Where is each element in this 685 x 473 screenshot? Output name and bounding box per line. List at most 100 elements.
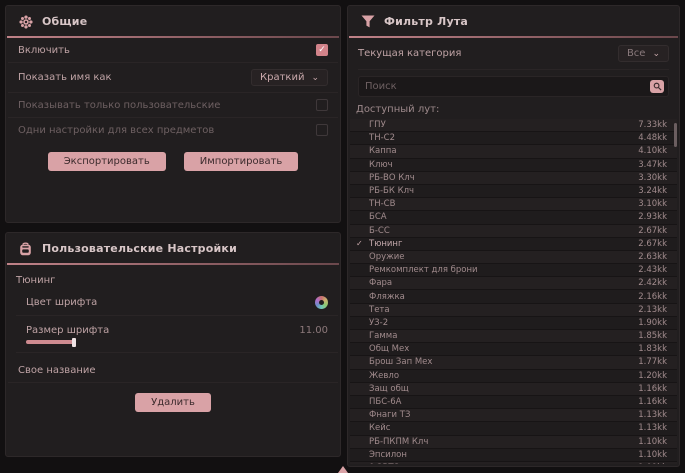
loot-item-name: ГПУ [369, 120, 638, 130]
font-size-row: Размер шрифта 11.00 [16, 316, 338, 338]
loot-list-item[interactable]: ✓ Фара 2.42kk [350, 277, 677, 290]
loot-item-name: Кейс [369, 423, 638, 433]
delete-row: Удалить [6, 383, 340, 424]
custom-name-row: Свое название [8, 359, 338, 383]
loot-item-value: 1.90kk [638, 318, 667, 328]
loot-list-item[interactable]: ✓ ПБС-6А 1.16kk [350, 396, 677, 409]
category-dropdown[interactable]: Все ⌄ [618, 45, 669, 62]
enable-checkbox[interactable]: ✓ [316, 44, 328, 56]
loot-item-value: 2.16kk [638, 292, 667, 302]
loot-list-item[interactable]: ✓ 0.2BTC 1.09kk [350, 462, 677, 464]
general-panel-header: Общие [6, 6, 340, 36]
loot-list-item[interactable]: ✓ Б-СС 2.67kk [350, 225, 677, 238]
loot-item-name: Б-СС [369, 226, 638, 236]
loot-item-value: 3.47kk [638, 160, 667, 170]
only-custom-label: Показывать только пользовательские [18, 100, 220, 111]
loot-item-value: 2.43kk [638, 265, 667, 275]
loot-list-item[interactable]: ✓ БСА 2.93kk [350, 211, 677, 224]
show-name-dropdown[interactable]: Краткий ⌄ [251, 69, 328, 86]
show-name-label: Показать имя как [18, 72, 112, 83]
loot-item-value: 2.93kk [638, 212, 667, 222]
custom-settings-panel: Пользовательские Настройки Тюнинг Цвет ш… [5, 232, 341, 457]
loot-list-item[interactable]: ✓ Каппа 4.10kk [350, 145, 677, 158]
loot-list-item[interactable]: ✓ Тюнинг 2.67kk [350, 238, 677, 251]
loot-item-name: Эпсилон [369, 450, 638, 460]
search-input[interactable]: Поиск [365, 81, 397, 92]
available-loot-label: Доступный лут: [348, 97, 679, 119]
loot-list-item[interactable]: ✓ Фляжка 2.16kk [350, 290, 677, 303]
loot-item-value: 1.16kk [638, 397, 667, 407]
loot-item-value: 1.10kk [638, 450, 667, 460]
resize-handle[interactable] [338, 466, 348, 473]
loot-item-value: 1.13kk [638, 423, 667, 433]
loot-list-item[interactable]: ✓ Гамма 1.85kk [350, 330, 677, 343]
loot-item-name: Гамма [369, 331, 638, 341]
loot-item-name: Ключ [369, 160, 638, 170]
funnel-icon [360, 14, 375, 29]
loot-list-item[interactable]: ✓ Тета 2.13kk [350, 304, 677, 317]
loot-list-item[interactable]: ✓ УЗ-2 1.90kk [350, 317, 677, 330]
loot-list-item[interactable]: ✓ Общ Мех 1.83kk [350, 343, 677, 356]
loot-list-item[interactable]: ✓ Оружие 2.63kk [350, 251, 677, 264]
loot-item-name: Общ Мех [369, 344, 638, 354]
slider-thumb[interactable] [72, 338, 76, 347]
loot-item-value: 1.16kk [638, 384, 667, 394]
loot-item-value: 1.77kk [638, 357, 667, 367]
general-panel: Общие Включить ✓ Показать имя как Кратки… [5, 5, 341, 223]
selected-item-group-label[interactable]: Тюнинг [6, 265, 340, 290]
search-icon[interactable] [650, 80, 664, 93]
only-custom-row: Показывать только пользовательские [8, 93, 338, 118]
loot-list-item[interactable]: ✓ Защ общ 1.16kk [350, 383, 677, 396]
loot-item-name: 0.2BTC [369, 463, 638, 464]
export-import-row: Экспортировать Импортировать [6, 142, 340, 183]
loot-item-value: 3.10kk [638, 199, 667, 209]
loot-list-item[interactable]: ✓ Брош Зап Мех 1.77kk [350, 356, 677, 369]
loot-list-item[interactable]: ✓ ГПУ 7.33kk [350, 119, 677, 132]
loot-filter-panel: Фильтр Лута Текущая категория Все ⌄ Поис… [347, 5, 680, 467]
loot-item-value: 1.10kk [638, 437, 667, 447]
loot-item-value: 2.42kk [638, 278, 667, 288]
loot-item-name: Фара [369, 278, 638, 288]
loot-list-item[interactable]: ✓ ТН-СВ 3.10kk [350, 198, 677, 211]
color-wheel-icon[interactable] [315, 296, 328, 309]
same-for-all-checkbox[interactable] [316, 124, 328, 136]
same-for-all-label: Одни настройки для всех предметов [18, 125, 214, 136]
font-color-label: Цвет шрифта [26, 297, 97, 308]
loot-item-value: 4.48kk [638, 133, 667, 143]
delete-button[interactable]: Удалить [135, 393, 211, 412]
loot-list-item[interactable]: ✓ Ключ 3.47kk [350, 159, 677, 172]
custom-name-input[interactable]: Свое название [18, 365, 96, 376]
search-box[interactable]: Поиск [358, 76, 669, 97]
font-size-slider[interactable] [26, 340, 328, 344]
loot-item-value: 4.10kk [638, 146, 667, 156]
loot-item-name: РБ-БК Клч [369, 186, 638, 196]
loot-item-name: Жевло [369, 371, 638, 381]
loot-item-name: Каппа [369, 146, 638, 156]
enable-label: Включить [18, 45, 70, 56]
loot-item-value: 1.13kk [638, 410, 667, 420]
loot-item-value: 1.83kk [638, 344, 667, 354]
loot-list-item[interactable]: ✓ РБ-ВО Клч 3.30kk [350, 172, 677, 185]
loot-list-item[interactable]: ✓ Жевло 1.20kk [350, 370, 677, 383]
loot-item-name: Тюнинг [369, 239, 638, 249]
font-size-slider-row [16, 338, 338, 353]
loot-item-name: Фляжка [369, 292, 638, 302]
loot-item-name: УЗ-2 [369, 318, 638, 328]
export-button[interactable]: Экспортировать [48, 152, 166, 171]
import-button[interactable]: Импортировать [184, 152, 299, 171]
only-custom-checkbox[interactable] [316, 99, 328, 111]
loot-filter-title: Фильтр Лута [384, 15, 468, 28]
loot-list-item[interactable]: ✓ Ремкомплект для брони 2.43kk [350, 264, 677, 277]
loot-item-name: Ремкомплект для брони [369, 265, 638, 275]
loot-list-item[interactable]: ✓ РБ-БК Клч 3.24kk [350, 185, 677, 198]
scrollbar-thumb[interactable] [674, 123, 677, 147]
loot-list-item[interactable]: ✓ Фнаги ТЗ 1.13kk [350, 409, 677, 422]
loot-list-item[interactable]: ✓ Эпсилон 1.10kk [350, 449, 677, 462]
loot-list-item[interactable]: ✓ ТН-С2 4.48kk [350, 132, 677, 145]
loot-list-item[interactable]: ✓ Кейс 1.13kk [350, 422, 677, 435]
loot-list-item[interactable]: ✓ РБ-ПКПМ Клч 1.10kk [350, 436, 677, 449]
loot-item-name: РБ-ВО Клч [369, 173, 638, 183]
font-size-label: Размер шрифта [26, 325, 109, 336]
loot-item-name: РБ-ПКПМ Клч [369, 437, 638, 447]
font-size-value: 11.00 [299, 325, 328, 336]
